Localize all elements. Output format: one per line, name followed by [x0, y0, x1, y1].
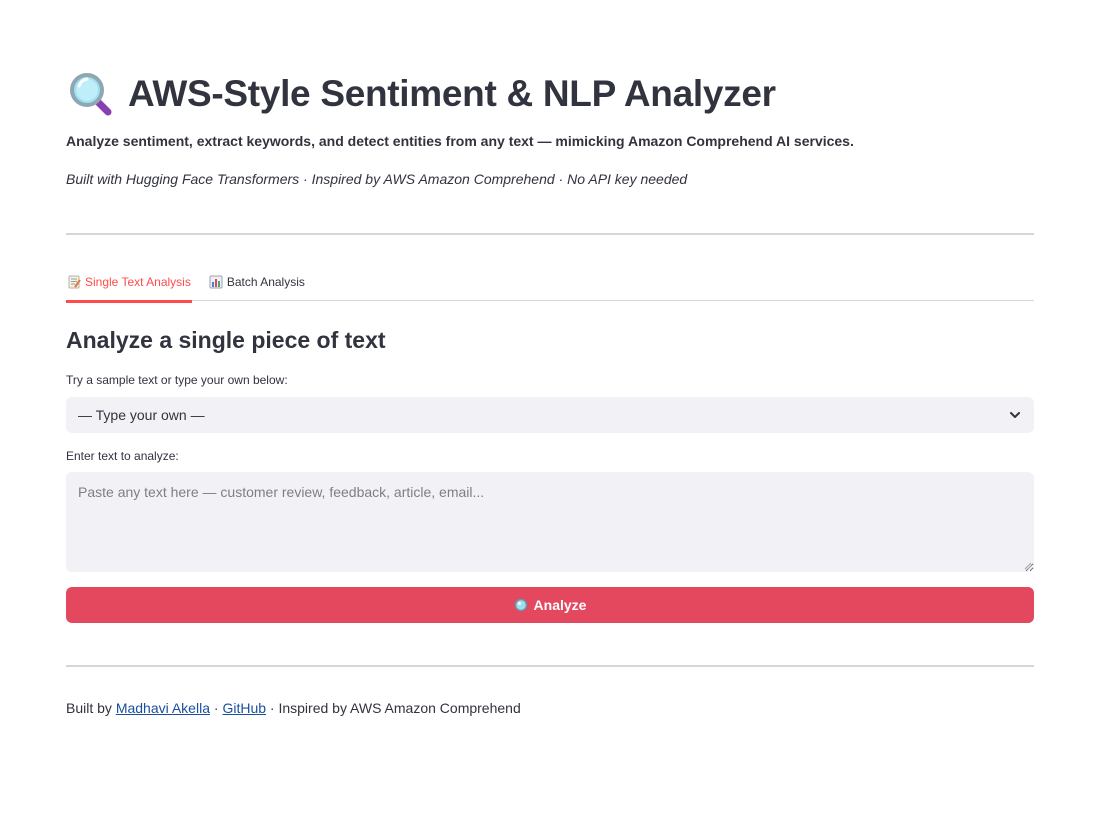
title-row: AWS-Style Sentiment & NLP Analyzer — [68, 70, 776, 118]
header-divider — [66, 233, 1034, 235]
tab-single-text-analysis[interactable]: Single Text Analysis — [66, 262, 192, 303]
text-to-analyze-input[interactable] — [66, 472, 1034, 572]
footer-separator: · — [209, 700, 223, 716]
chevron-down-icon[interactable] — [1008, 408, 1022, 422]
footer-prefix: Built by — [66, 700, 116, 716]
tab-label: Batch Analysis — [226, 274, 305, 289]
footer: Built by Madhavi Akella · GitHub · Inspi… — [66, 700, 521, 716]
magnifying-glass-icon — [70, 73, 112, 116]
select-value: — Type your own — — [78, 407, 205, 423]
section-title: Analyze a single piece of text — [66, 327, 386, 353]
memo-icon — [68, 275, 81, 288]
analyze-button[interactable]: Analyze — [66, 587, 1034, 623]
resize-handle-icon[interactable] — [1024, 562, 1032, 570]
sample-select-label: Try a sample text or type your own below… — [66, 373, 288, 387]
analyze-button-label: Analyze — [533, 597, 587, 613]
sample-text-select[interactable]: — Type your own — — [66, 397, 1034, 433]
page: AWS-Style Sentiment & NLP Analyzer Analy… — [0, 0, 1100, 825]
page-caption: Built with Hugging Face Transformers · I… — [66, 171, 688, 187]
bar-chart-icon — [209, 275, 223, 288]
github-link[interactable]: GitHub — [222, 700, 266, 716]
tab-batch-analysis[interactable]: Batch Analysis — [208, 262, 306, 301]
footer-divider — [66, 665, 1034, 667]
author-link[interactable]: Madhavi Akella — [116, 700, 210, 716]
page-title: AWS-Style Sentiment & NLP Analyzer — [128, 73, 776, 114]
tab-bar: Single Text Analysis Batch Analysis — [66, 262, 1034, 303]
text-input-label: Enter text to analyze: — [66, 449, 179, 463]
footer-suffix: · Inspired by AWS Amazon Comprehend — [266, 700, 521, 716]
magnifying-glass-icon — [514, 598, 527, 612]
page-subtitle: Analyze sentiment, extract keywords, and… — [66, 133, 854, 149]
tab-label: Single Text Analysis — [85, 274, 191, 289]
